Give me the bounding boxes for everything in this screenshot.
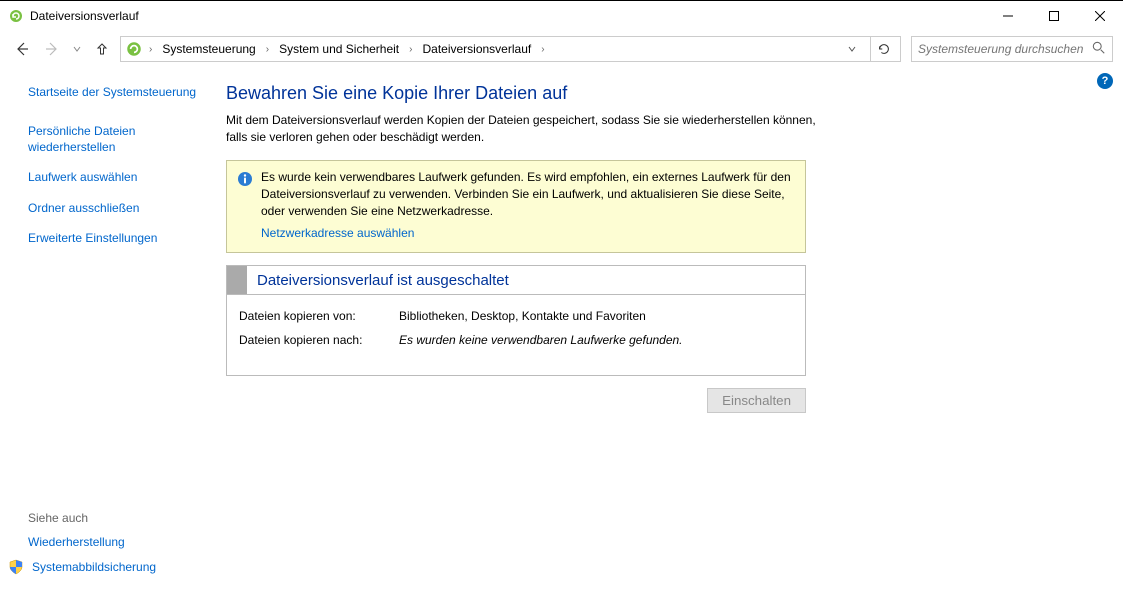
info-icon <box>237 171 253 187</box>
see-also-recovery-link[interactable]: Wiederherstellung <box>28 535 200 549</box>
breadcrumb-item[interactable]: Systemsteuerung <box>158 42 259 56</box>
turn-on-button[interactable]: Einschalten <box>707 388 806 413</box>
chevron-right-icon[interactable]: › <box>407 44 414 55</box>
location-icon <box>125 40 143 58</box>
page-heading: Bewahren Sie eine Kopie Ihrer Dateien au… <box>226 83 1063 104</box>
breadcrumb-item[interactable]: System und Sicherheit <box>275 42 403 56</box>
warning-box: Es wurde kein verwendbares Laufwerk gefu… <box>226 160 806 254</box>
chevron-right-icon[interactable]: › <box>264 44 271 55</box>
status-box: Dateiversionsverlauf ist ausgeschaltet D… <box>226 265 806 376</box>
status-indicator-icon <box>227 266 247 294</box>
maximize-button[interactable] <box>1031 1 1077 31</box>
control-panel-home-link[interactable]: Startseite der Systemsteuerung <box>28 85 200 99</box>
see-also-header: Siehe auch <box>28 511 200 525</box>
address-bar[interactable]: › Systemsteuerung › System und Sicherhei… <box>120 36 901 62</box>
chevron-right-icon[interactable]: › <box>539 44 546 55</box>
forward-button[interactable] <box>40 37 64 61</box>
see-also-system-image-link[interactable]: Systemabbildsicherung <box>28 559 200 575</box>
sidebar-link-restore[interactable]: Persönliche Dateien wiederherstellen <box>28 123 200 155</box>
window-title: Dateiversionsverlauf <box>30 9 139 23</box>
refresh-button[interactable] <box>870 36 896 62</box>
up-button[interactable] <box>90 37 114 61</box>
close-button[interactable] <box>1077 1 1123 31</box>
page-description: Mit dem Dateiversionsverlauf werden Kopi… <box>226 112 816 146</box>
copy-from-value: Bibliotheken, Desktop, Kontakte und Favo… <box>399 309 793 323</box>
sidebar-link-select-drive[interactable]: Laufwerk auswählen <box>28 169 200 185</box>
app-icon <box>8 8 24 24</box>
help-icon[interactable]: ? <box>1097 73 1113 89</box>
minimize-button[interactable] <box>985 1 1031 31</box>
navigation-bar: › Systemsteuerung › System und Sicherhei… <box>0 31 1123 67</box>
window-titlebar: Dateiversionsverlauf <box>0 1 1123 31</box>
copy-from-label: Dateien kopieren von: <box>239 309 399 323</box>
sidebar-navigation: Startseite der Systemsteuerung Persönlic… <box>0 67 210 595</box>
search-icon[interactable] <box>1092 41 1106 58</box>
sidebar-link-advanced-settings[interactable]: Erweiterte Einstellungen <box>28 230 200 246</box>
warning-text: Es wurde kein verwendbares Laufwerk gefu… <box>261 170 791 219</box>
select-network-address-link[interactable]: Netzwerkadresse auswählen <box>261 225 795 242</box>
copy-to-value: Es wurden keine verwendbaren Laufwerke g… <box>399 333 793 347</box>
back-button[interactable] <box>10 37 34 61</box>
copy-to-label: Dateien kopieren nach: <box>239 333 399 347</box>
sidebar-link-exclude-folders[interactable]: Ordner ausschließen <box>28 200 200 216</box>
chevron-right-icon[interactable]: › <box>147 44 154 55</box>
search-box[interactable] <box>911 36 1113 62</box>
status-title: Dateiversionsverlauf ist ausgeschaltet <box>247 267 519 294</box>
address-history-button[interactable] <box>842 42 862 56</box>
breadcrumb-item[interactable]: Dateiversionsverlauf <box>418 42 535 56</box>
shield-icon <box>8 559 24 575</box>
search-input[interactable] <box>918 42 1088 56</box>
main-panel: Bewahren Sie eine Kopie Ihrer Dateien au… <box>210 67 1123 595</box>
recent-locations-button[interactable] <box>70 45 84 53</box>
